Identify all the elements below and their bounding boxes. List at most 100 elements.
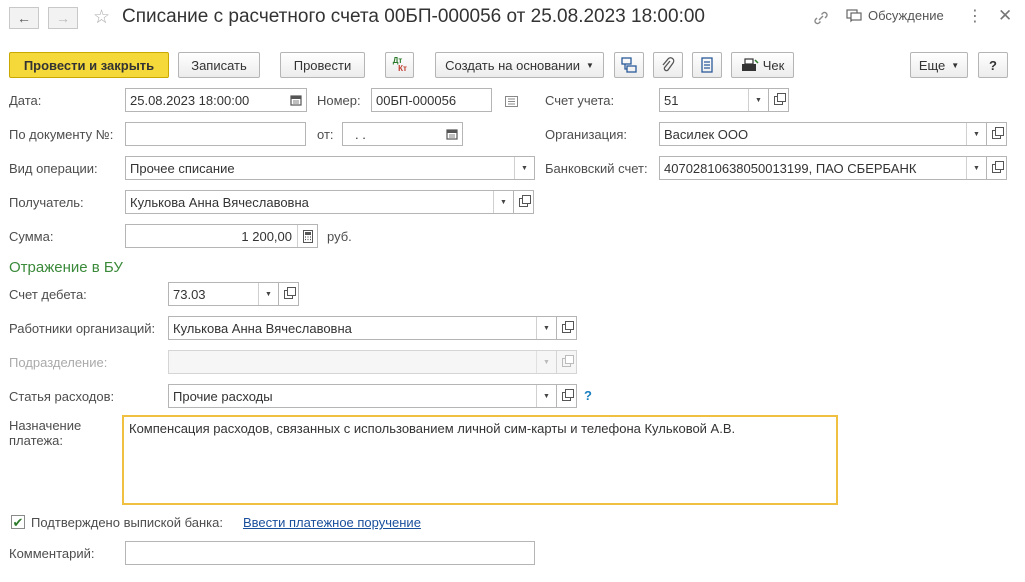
more-label: Еще: [918, 57, 946, 73]
forward-button[interactable]: →: [48, 7, 78, 29]
report-button[interactable]: [692, 52, 722, 78]
discussion-icon: [846, 8, 862, 22]
chevron-down-icon[interactable]: ▼: [493, 191, 513, 213]
purpose-textarea[interactable]: Компенсация расходов, связанных с исполь…: [122, 415, 838, 505]
purpose-label-line1: Назначение: [9, 418, 82, 433]
expense-item-label: Статья расходов:: [9, 389, 115, 404]
confirm-checkbox[interactable]: ✔: [11, 515, 25, 529]
chevron-down-icon[interactable]: ▼: [536, 317, 556, 339]
date-field[interactable]: 25.08.2023 18:00:00: [125, 88, 307, 112]
discussion-button[interactable]: Обсуждение: [846, 8, 944, 23]
back-button[interactable]: ←: [9, 7, 39, 29]
number-value: 00БП-000056: [376, 92, 457, 108]
recipient-label: Получатель:: [9, 195, 84, 210]
comment-label: Комментарий:: [9, 546, 95, 561]
help-button[interactable]: ?: [978, 52, 1008, 78]
account-open-button[interactable]: [769, 88, 789, 112]
organization-field[interactable]: Василек ООО ▼: [659, 122, 987, 146]
recipient-field[interactable]: Кулькова Анна Вячеславовна ▼: [125, 190, 514, 214]
operation-label: Вид операции:: [9, 161, 98, 176]
receipt-button[interactable]: Чек: [731, 52, 794, 78]
expense-item-open-button[interactable]: [557, 384, 577, 408]
operation-value: Прочее списание: [130, 160, 235, 176]
expense-item-field[interactable]: Прочие расходы ▼: [168, 384, 557, 408]
paperclip-icon: [662, 57, 675, 72]
chevron-down-icon[interactable]: ▼: [966, 157, 986, 179]
debit-account-label: Счет дебета:: [9, 287, 87, 302]
enter-payment-order-link[interactable]: Ввести платежное поручение: [243, 515, 421, 530]
post-button[interactable]: Провести: [280, 52, 365, 78]
bank-account-field[interactable]: 40702810638050013199, ПАО СБЕРБАНК ▼: [659, 156, 987, 180]
organization-label: Организация:: [545, 127, 628, 142]
number-field[interactable]: 00БП-000056: [371, 88, 492, 112]
expense-item-help-icon[interactable]: ?: [584, 388, 592, 403]
sum-label: Сумма:: [9, 229, 54, 244]
link-icon[interactable]: [812, 9, 830, 27]
checkmark-icon: ✔: [12, 514, 24, 530]
close-icon[interactable]: ✕: [998, 6, 1012, 26]
save-button[interactable]: Записать: [178, 52, 260, 78]
calculator-icon[interactable]: [297, 225, 317, 247]
account-field[interactable]: 51 ▼: [659, 88, 769, 112]
recipient-value: Кулькова Анна Вячеславовна: [130, 194, 309, 210]
comment-field[interactable]: [125, 541, 535, 565]
dropdown-arrow-icon: ▼: [951, 60, 960, 70]
chevron-down-icon[interactable]: ▼: [514, 157, 534, 179]
receipt-label: Чек: [762, 57, 785, 73]
kt-label: Кт: [398, 64, 407, 73]
employees-open-button[interactable]: [557, 316, 577, 340]
chevron-down-icon: ▼: [536, 351, 556, 373]
bank-account-label: Банковский счет:: [545, 161, 648, 176]
open-window-icon: [992, 160, 1004, 173]
chevron-down-icon[interactable]: ▼: [966, 123, 986, 145]
currency-label: руб.: [327, 229, 352, 244]
bank-account-open-button[interactable]: [987, 156, 1007, 180]
from-date-field[interactable]: . .: [342, 122, 463, 146]
chevron-down-icon[interactable]: ▼: [748, 89, 768, 111]
cash-register-icon: [741, 58, 759, 71]
discussion-label: Обсуждение: [868, 8, 944, 23]
confirm-label: Подтверждено выпиской банка:: [31, 515, 223, 530]
dt-kt-button[interactable]: Дт Кт: [385, 52, 414, 78]
calendar-icon[interactable]: [286, 89, 306, 111]
bank-account-value: 40702810638050013199, ПАО СБЕРБАНК: [664, 160, 917, 176]
organization-open-button[interactable]: [987, 122, 1007, 146]
open-window-icon: [992, 126, 1004, 139]
chevron-down-icon[interactable]: ▼: [258, 283, 278, 305]
department-label: Подразделение:: [9, 355, 108, 370]
sum-value: 1 200,00: [241, 228, 292, 244]
employees-field[interactable]: Кулькова Анна Вячеславовна ▼: [168, 316, 557, 340]
attachment-button[interactable]: [653, 52, 683, 78]
open-window-icon: [562, 320, 574, 333]
expense-item-value: Прочие расходы: [173, 388, 273, 404]
dropdown-arrow-icon: ▼: [585, 60, 594, 70]
favorite-star-icon[interactable]: ☆: [93, 6, 110, 29]
number-label: Номер:: [317, 93, 361, 108]
sum-field[interactable]: 1 200,00: [125, 224, 318, 248]
history-icon[interactable]: [505, 95, 518, 110]
more-vert-icon[interactable]: ⋮: [967, 6, 983, 26]
debit-account-open-button[interactable]: [279, 282, 299, 306]
account-label: Счет учета:: [545, 93, 615, 108]
arrow-right-icon: →: [56, 10, 70, 26]
organization-value: Василек ООО: [664, 126, 749, 142]
open-window-icon: [774, 92, 786, 105]
employees-label: Работники организаций:: [9, 321, 156, 336]
debit-account-field[interactable]: 73.03 ▼: [168, 282, 279, 306]
create-based-on-label: Создать на основании: [445, 57, 580, 73]
structure-icon: [621, 57, 637, 73]
by-document-field[interactable]: [125, 122, 306, 146]
page-title: Списание с расчетного счета 00БП-000056 …: [122, 6, 705, 27]
section-title-accounting: Отражение в БУ: [9, 259, 123, 276]
operation-field[interactable]: Прочее списание ▼: [125, 156, 535, 180]
department-field: ▼: [168, 350, 557, 374]
post-and-close-button[interactable]: Провести и закрыть: [9, 52, 169, 78]
chevron-down-icon[interactable]: ▼: [536, 385, 556, 407]
structure-button[interactable]: [614, 52, 644, 78]
create-based-on-button[interactable]: Создать на основании ▼: [435, 52, 604, 78]
more-button[interactable]: Еще ▼: [910, 52, 968, 78]
open-window-icon: [284, 286, 296, 299]
calendar-icon[interactable]: [442, 123, 462, 145]
date-label: Дата:: [9, 93, 42, 108]
recipient-open-button[interactable]: [514, 190, 534, 214]
